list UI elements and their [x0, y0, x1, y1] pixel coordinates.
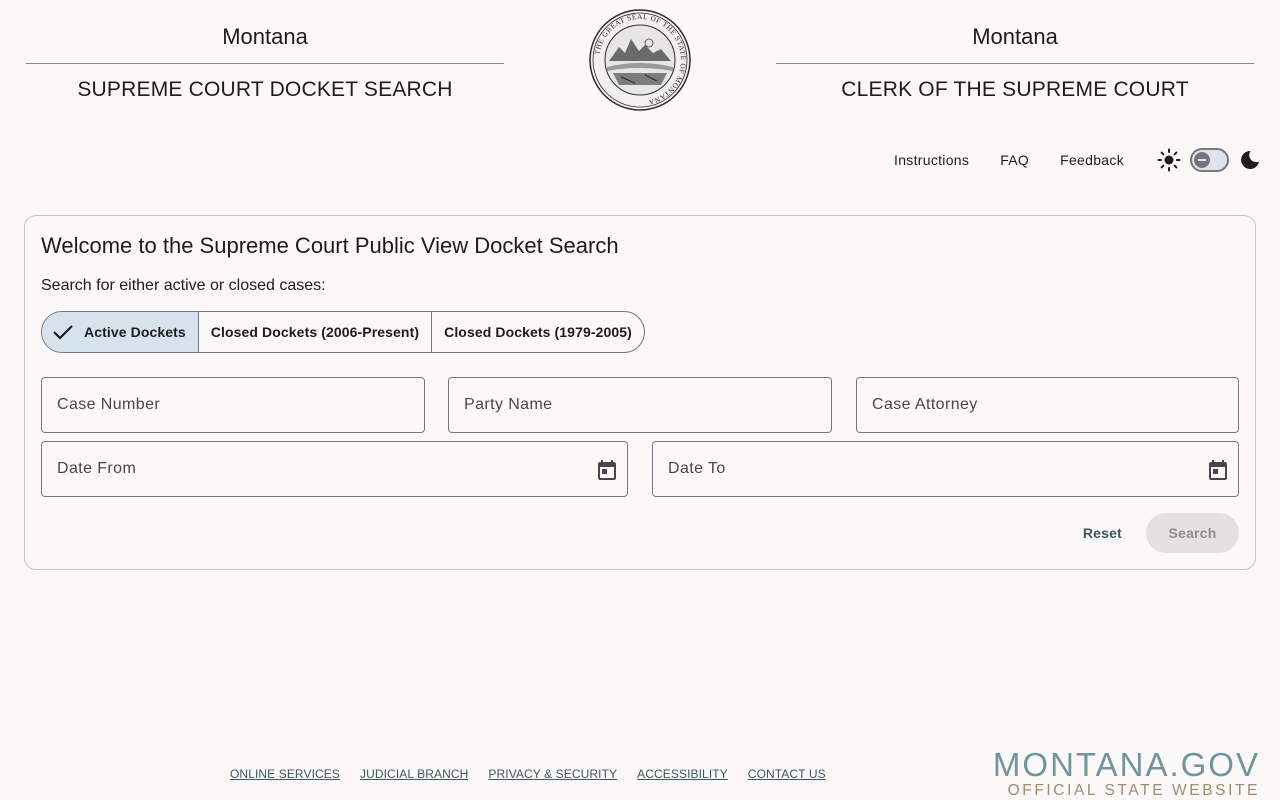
search-card: Welcome to the Supreme Court Public View… [24, 215, 1256, 570]
header-left-subtitle: SUPREME COURT DOCKET SEARCH [77, 78, 453, 101]
montana-gov-wordmark: MONTANA.GOV [992, 746, 1260, 783]
footer-judicial-branch-link[interactable]: JUDICIAL BRANCH [360, 767, 468, 781]
header-right: Montana CLERK OF THE SUPREME COURT [776, 14, 1254, 102]
calendar-icon[interactable] [595, 458, 619, 482]
nav-feedback-link[interactable]: Feedback [1060, 152, 1124, 168]
footer-links: ONLINE SERVICES JUDICIAL BRANCH PRIVACY … [230, 767, 846, 781]
party-name-field[interactable] [448, 377, 832, 433]
segment-label: Active Dockets [84, 324, 186, 340]
nav-instructions-link[interactable]: Instructions [894, 152, 969, 168]
case-number-field[interactable] [41, 377, 425, 433]
top-nav: Instructions FAQ Feedback [894, 146, 1262, 174]
sun-icon [1157, 148, 1181, 172]
state-seal-logo: THE GREAT SEAL OF THE STATE OF MONTANA [589, 9, 691, 111]
segment-closed-dockets-2006-present[interactable]: Closed Dockets (2006-Present) [199, 312, 433, 352]
card-title: Welcome to the Supreme Court Public View… [41, 233, 619, 258]
footer-online-services-link[interactable]: ONLINE SERVICES [230, 767, 340, 781]
footer-accessibility-link[interactable]: ACCESSIBILITY [637, 767, 728, 781]
footer-contact-us-link[interactable]: CONTACT US [748, 767, 826, 781]
segment-label: Closed Dockets (2006-Present) [210, 324, 420, 340]
toggle-knob [1194, 152, 1210, 168]
calendar-icon[interactable] [1206, 458, 1230, 482]
footer-privacy-security-link[interactable]: PRIVACY & SECURITY [488, 767, 617, 781]
date-to-field[interactable] [652, 441, 1239, 497]
segment-active-dockets[interactable]: Active Dockets [42, 312, 199, 352]
theme-switcher [1157, 148, 1262, 172]
form-actions: Reset Search [1083, 513, 1239, 553]
montana-gov-tagline: OFFICIAL STATE WEBSITE [1007, 782, 1260, 799]
search-button[interactable]: Search [1146, 513, 1239, 553]
header-left: Montana SUPREME COURT DOCKET SEARCH [26, 14, 504, 102]
party-name-input[interactable] [464, 378, 831, 432]
nav-faq-link[interactable]: FAQ [1000, 152, 1029, 168]
date-from-input[interactable] [57, 442, 627, 496]
case-number-input[interactable] [57, 378, 424, 432]
case-attorney-input[interactable] [872, 378, 1238, 432]
case-attorney-field[interactable] [856, 377, 1239, 433]
date-to-input[interactable] [668, 442, 1238, 496]
docket-type-segmented-control: Active Dockets Closed Dockets (2006-Pres… [41, 311, 645, 353]
date-from-field[interactable] [41, 441, 628, 497]
segment-closed-dockets-1979-2005[interactable]: Closed Dockets (1979-2005) [432, 312, 644, 352]
theme-toggle-switch[interactable] [1190, 148, 1229, 172]
segment-label: Closed Dockets (1979-2005) [444, 324, 632, 340]
moon-icon [1241, 150, 1259, 169]
header-left-state: Montana [26, 14, 504, 64]
check-icon [53, 325, 73, 340]
header-right-state: Montana [776, 14, 1254, 64]
header-right-subtitle: CLERK OF THE SUPREME COURT [841, 78, 1189, 101]
card-subtitle: Search for either active or closed cases… [41, 277, 326, 294]
reset-button[interactable]: Reset [1083, 525, 1122, 541]
montana-gov-logo[interactable]: MONTANA.GOV OFFICIAL STATE WEBSITE [993, 748, 1260, 800]
